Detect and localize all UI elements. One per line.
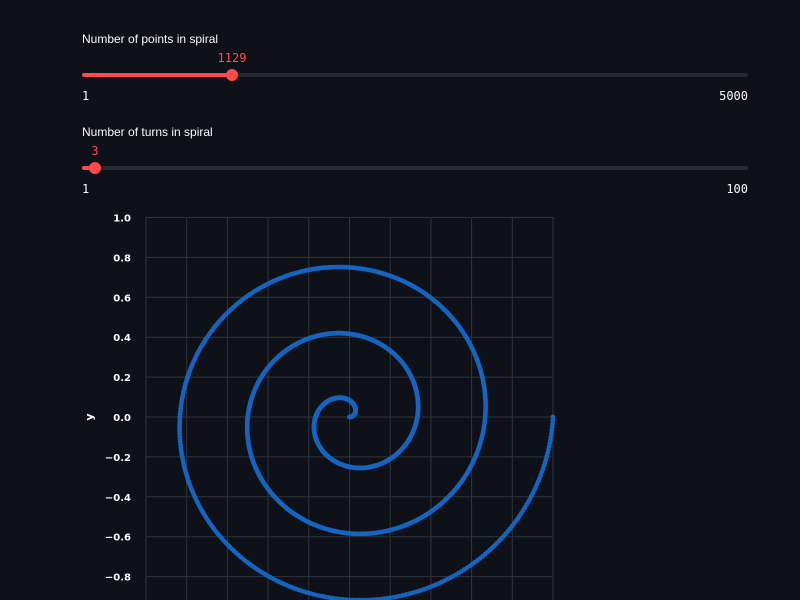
turns-slider-track[interactable]	[82, 162, 748, 174]
y-tick-label: 0.2	[113, 373, 131, 384]
spiral-chart: 1.0 0.8 0.6 0.4 0.2 0.0 −0.2 −0.4 −0.6 −0.8 y	[83, 214, 556, 600]
y-axis-label: y	[83, 413, 96, 420]
chart-grid	[145, 217, 554, 600]
app-page: Number of points in spiral 1129 1 5000 N…	[0, 0, 800, 600]
turns-slider-widget: Number of turns in spiral 3 1 100	[82, 125, 748, 200]
y-tick-label: −0.6	[105, 533, 131, 544]
y-tick-label: 0.4	[113, 333, 131, 344]
points-slider-min: 1	[82, 89, 90, 103]
turns-slider-label: Number of turns in spiral	[82, 125, 213, 139]
spiral-points	[177, 264, 556, 600]
turns-slider-thumb[interactable]	[89, 162, 101, 174]
y-tick-label: 0.6	[113, 293, 131, 304]
turns-slider-max: 100	[726, 182, 748, 196]
points-slider-widget: Number of points in spiral 1129 1 5000	[82, 32, 748, 107]
points-slider-thumb[interactable]	[226, 69, 238, 81]
points-slider-max: 5000	[719, 89, 748, 103]
y-tick-label: 0.0	[113, 413, 131, 424]
turns-slider-min: 1	[82, 182, 90, 196]
y-tick-label: −0.8	[105, 573, 131, 584]
y-tick-label: 1.0	[113, 214, 131, 225]
y-tick-label: 0.8	[113, 253, 131, 264]
spiral-point	[550, 414, 556, 420]
turns-slider-value: 3	[91, 144, 99, 158]
points-slider-value: 1129	[217, 51, 247, 65]
y-axis-ticks: 1.0 0.8 0.6 0.4 0.2 0.0 −0.2 −0.4 −0.6 −0.8	[105, 214, 131, 584]
y-tick-label: −0.4	[105, 493, 131, 504]
points-slider-track[interactable]	[82, 69, 748, 81]
points-slider-fill	[82, 73, 232, 77]
y-tick-label: −0.2	[105, 453, 131, 464]
points-slider-label: Number of points in spiral	[82, 32, 219, 46]
